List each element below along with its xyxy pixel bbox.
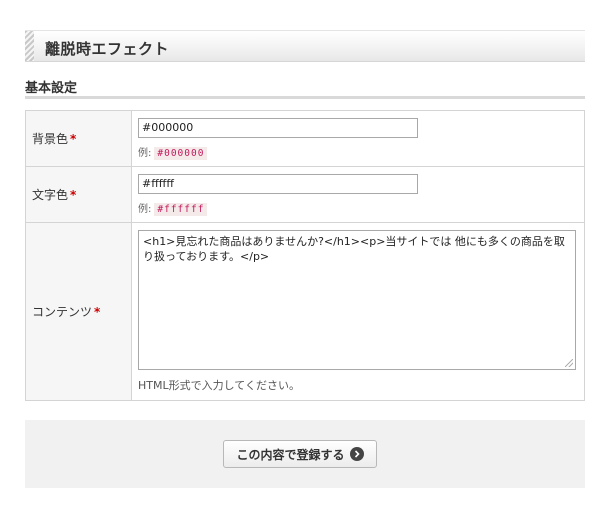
- required-mark: *: [94, 305, 101, 319]
- form-row-content: コンテンツ * <h1>見忘れた商品はありませんか?</h1><p>当サイトでは …: [25, 222, 585, 401]
- content-textarea[interactable]: <h1>見忘れた商品はありませんか?</h1><p>当サイトでは 他にも多くの商…: [138, 230, 576, 370]
- header-stripe-decoration: [25, 31, 34, 61]
- text-color-label: 文字色: [32, 188, 69, 202]
- section-divider: [25, 96, 585, 99]
- form-row-background-color: 背景色* 例:#000000: [25, 110, 585, 167]
- form-row-text-color: 文字色* 例:#ffffff: [25, 166, 585, 223]
- text-color-field-cell: 例:#ffffff: [131, 166, 585, 223]
- text-color-label-cell: 文字色 *: [25, 166, 132, 223]
- section-title: 基本設定: [25, 81, 78, 96]
- content-label: コンテンツ: [32, 305, 93, 319]
- arrow-right-circle-icon: [349, 447, 364, 461]
- background-color-label: 背景色: [32, 132, 69, 146]
- example-prefix: 例:: [138, 147, 152, 159]
- settings-form-table: 背景色* 例:#000000 文字色* 例:#ffffff コンテンツ* <h1…: [25, 110, 585, 401]
- background-color-example-value: #000000: [154, 146, 208, 160]
- page-title: 離脱時エフェクト: [45, 40, 170, 58]
- text-color-input[interactable]: [138, 173, 418, 194]
- page-header: 離脱時エフェクト: [25, 30, 585, 62]
- content-field-cell: <h1>見忘れた商品はありませんか?</h1><p>当サイトでは 他にも多くの商…: [131, 222, 585, 401]
- content-textarea-wrapper: <h1>見忘れた商品はありませんか?</h1><p>当サイトでは 他にも多くの商…: [138, 230, 576, 370]
- example-prefix: 例:: [138, 203, 152, 215]
- background-color-input[interactable]: [138, 117, 418, 138]
- submit-button-label: この内容で登録する: [236, 447, 345, 462]
- content-label-cell: コンテンツ *: [25, 222, 132, 401]
- required-mark: *: [70, 188, 77, 202]
- text-color-example: 例: #ffffff: [138, 200, 576, 216]
- required-mark: *: [70, 132, 77, 146]
- resize-grip-icon[interactable]: [565, 359, 573, 367]
- background-color-field-cell: 例:#000000: [131, 110, 585, 167]
- text-color-example-value: #ffffff: [154, 202, 208, 216]
- content-help-text: HTML形式で入力してください。: [138, 379, 300, 392]
- background-color-label-cell: 背景色 *: [25, 110, 132, 167]
- submit-button[interactable]: この内容で登録する: [223, 440, 377, 468]
- background-color-example: 例: #000000: [138, 144, 576, 160]
- action-area: この内容で登録する: [25, 420, 585, 488]
